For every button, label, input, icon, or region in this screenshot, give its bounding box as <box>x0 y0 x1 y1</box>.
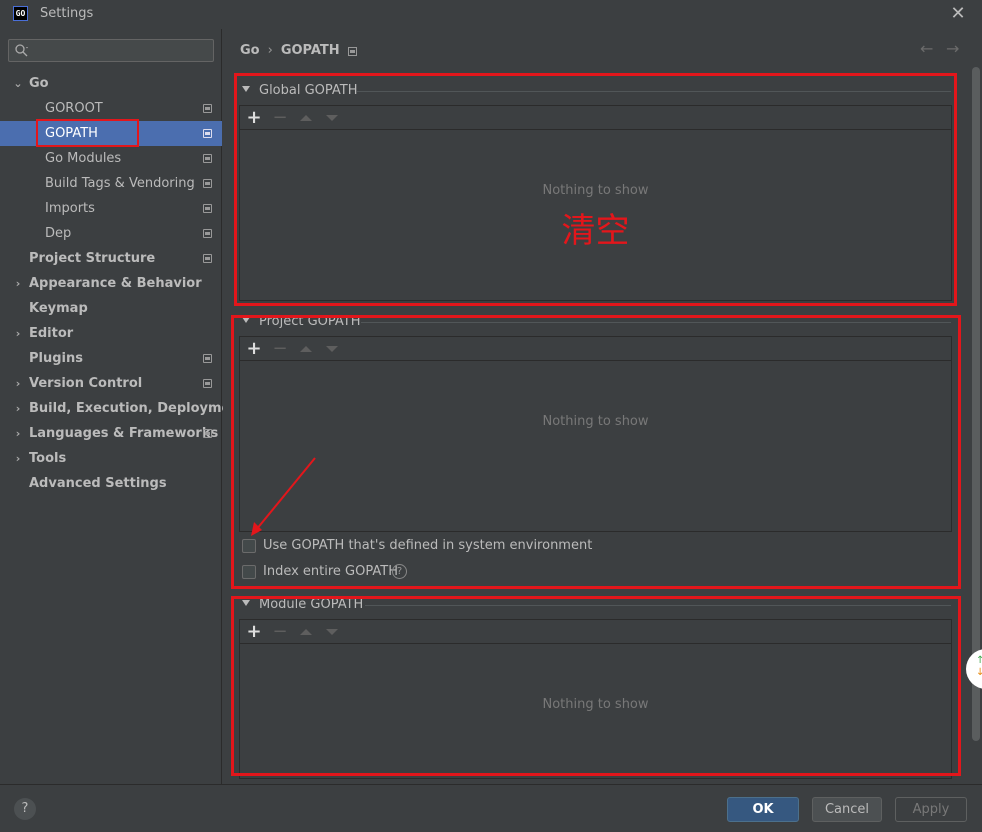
breadcrumb: Go › GOPATH <box>240 43 340 58</box>
window-title: Settings <box>40 6 94 21</box>
search-icon <box>15 44 28 57</box>
sidebar-item-dep[interactable]: Dep <box>0 221 222 246</box>
sidebar-item-project-structure[interactable]: Project Structure <box>0 246 222 271</box>
annotation-box-global <box>234 73 957 306</box>
sidebar-item-languages[interactable]: › Languages & Frameworks <box>0 421 222 446</box>
settings-content: Go › GOPATH ← → Global GOPATH + − Nothing … <box>223 29 982 784</box>
sidebar-item-label: Go <box>29 76 49 91</box>
sidebar-item-build-execution[interactable]: › Build, Execution, Deployment <box>0 396 246 421</box>
sidebar-item-label: Imports <box>45 201 95 216</box>
chevron-right-icon: › <box>15 427 21 440</box>
sidebar-item-keymap[interactable]: Keymap <box>0 296 222 321</box>
chevron-down-icon: ⌄ <box>13 77 23 90</box>
sidebar-item-label: Languages & Frameworks <box>29 426 219 441</box>
sidebar-item-label: GOROOT <box>45 101 103 116</box>
sidebar-item-label: Tools <box>29 451 67 466</box>
sidebar-item-build-tags[interactable]: Build Tags & Vendoring <box>0 171 222 196</box>
search-input[interactable] <box>8 39 214 62</box>
chevron-right-icon: › <box>15 277 21 290</box>
sidebar-item-appearance[interactable]: › Appearance & Behavior <box>0 271 222 296</box>
sidebar-item-editor[interactable]: › Editor <box>0 321 222 346</box>
dialog-button-bar: ? OK Cancel Apply <box>0 784 982 832</box>
project-settings-icon <box>348 47 357 56</box>
sidebar-item-label: Keymap <box>29 301 88 316</box>
sidebar-item-label: Go Modules <box>45 151 122 166</box>
chevron-right-icon: › <box>15 327 21 340</box>
sidebar-item-goroot[interactable]: GOROOT <box>0 96 222 121</box>
title-bar: GO Settings ✕ <box>0 0 982 29</box>
sidebar-item-go[interactable]: ⌄ Go <box>0 71 222 96</box>
help-button[interactable]: ? <box>14 798 36 820</box>
forward-arrow-icon[interactable]: → <box>946 39 959 58</box>
project-settings-icon <box>203 129 212 138</box>
project-settings-icon <box>203 154 212 163</box>
sidebar-item-label: Editor <box>29 326 74 341</box>
sidebar-item-label: Appearance & Behavior <box>29 276 202 291</box>
chevron-right-icon: › <box>15 452 21 465</box>
annotation-box-module <box>231 596 961 776</box>
breadcrumb-parent[interactable]: Go <box>240 43 260 58</box>
sidebar-item-label: Build Tags & Vendoring <box>45 176 195 191</box>
breadcrumb-current: GOPATH <box>280 43 340 58</box>
project-settings-icon <box>203 104 212 113</box>
sidebar-item-version-control[interactable]: › Version Control <box>0 371 222 396</box>
sidebar-item-plugins[interactable]: Plugins <box>0 346 222 371</box>
back-arrow-icon[interactable]: ← <box>920 39 933 58</box>
network-speed-widget-icon <box>966 649 982 689</box>
close-icon[interactable]: ✕ <box>948 4 968 24</box>
ok-button[interactable]: OK <box>727 797 799 822</box>
sidebar-item-label: Project Structure <box>29 251 156 266</box>
apply-button[interactable]: Apply <box>895 797 967 822</box>
goland-logo-icon: GO <box>13 6 28 21</box>
breadcrumb-separator: › <box>267 43 273 58</box>
sidebar-item-label: Advanced Settings <box>29 476 167 491</box>
project-settings-icon <box>203 204 212 213</box>
project-settings-icon <box>203 254 212 263</box>
sidebar-item-label: Plugins <box>29 351 83 366</box>
sidebar-item-label: Build, Execution, Deployment <box>29 401 246 416</box>
annotation-highlight-box <box>36 119 139 147</box>
project-settings-icon <box>203 179 212 188</box>
vertical-scrollbar[interactable] <box>972 67 980 741</box>
annotation-box-project <box>231 315 961 589</box>
project-settings-icon <box>203 379 212 388</box>
project-settings-icon <box>203 229 212 238</box>
sidebar-item-label: Dep <box>45 226 72 241</box>
project-settings-icon <box>203 429 212 438</box>
sidebar-item-tools[interactable]: › Tools <box>0 446 222 471</box>
project-settings-icon <box>203 354 212 363</box>
sidebar-item-go-modules[interactable]: Go Modules <box>0 146 222 171</box>
chevron-right-icon: › <box>15 402 21 415</box>
sidebar-item-advanced-settings[interactable]: Advanced Settings <box>0 471 222 496</box>
sidebar-item-label: Version Control <box>29 376 143 391</box>
sidebar-item-imports[interactable]: Imports <box>0 196 222 221</box>
chevron-right-icon: › <box>15 377 21 390</box>
cancel-button[interactable]: Cancel <box>812 797 882 822</box>
